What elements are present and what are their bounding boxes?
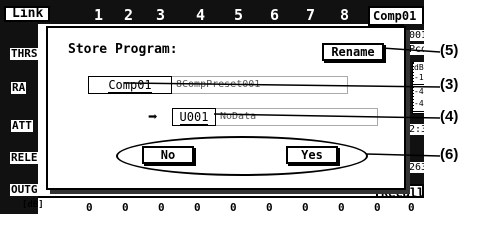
callout-lines bbox=[123, 47, 441, 157]
callout-4: (4) bbox=[440, 108, 459, 125]
callout-5: (5) bbox=[440, 42, 459, 59]
callout-6: (6) bbox=[440, 146, 459, 163]
callout-3: (3) bbox=[440, 76, 459, 93]
